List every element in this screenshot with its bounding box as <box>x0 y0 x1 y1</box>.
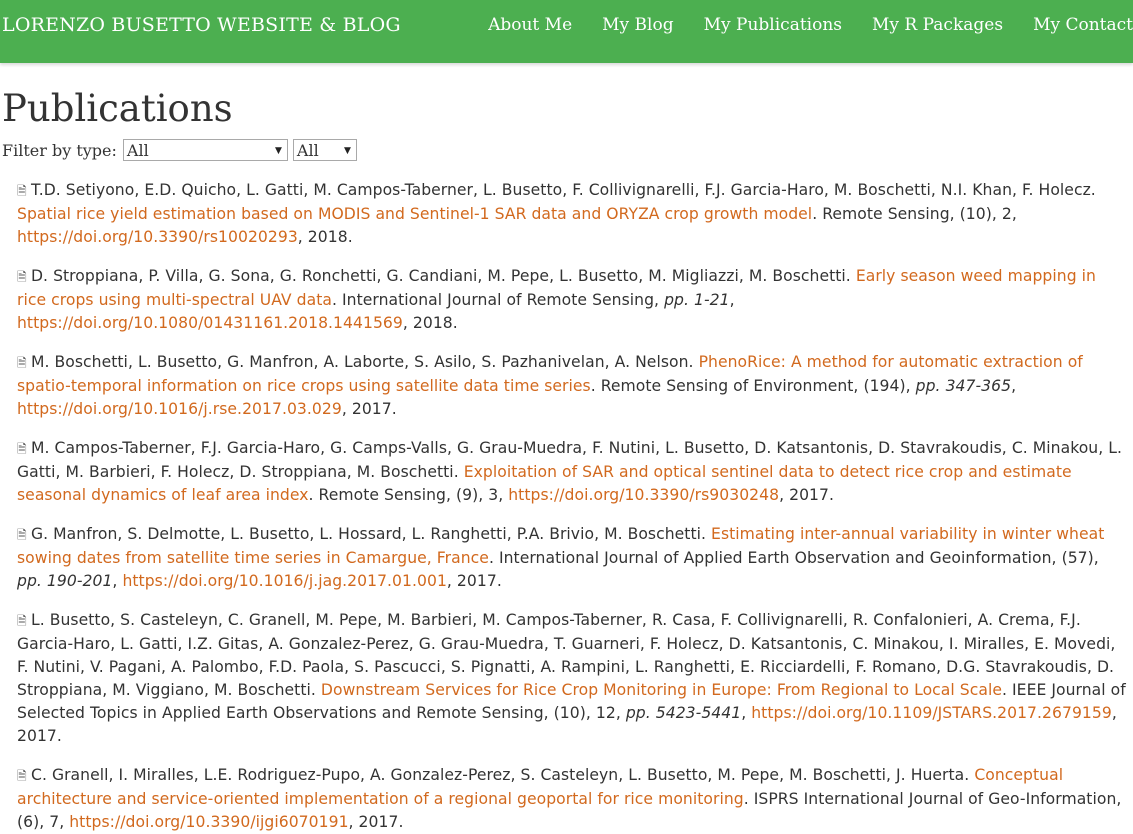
pub-journal: Remote Sensing, (9), 3, <box>318 486 504 504</box>
publication-item: 🗎 G. Manfron, S. Delmotte, L. Busetto, L.… <box>17 525 1105 590</box>
pub-authors: G. Manfron, S. Delmotte, L. Busetto, L. … <box>31 525 707 543</box>
document-icon: 🗎 <box>17 528 27 542</box>
top-navbar: LORENZO BUSETTO WEBSITE & BLOG About Me … <box>0 0 1133 63</box>
nav-my-contact[interactable]: My Contact <box>1033 15 1133 35</box>
site-brand[interactable]: LORENZO BUSETTO WEBSITE & BLOG <box>2 14 401 36</box>
pub-year: , 2018. <box>297 228 353 246</box>
pub-pages: pp. 5423-5441 <box>625 704 742 722</box>
publication-item: 🗎 M. Boschetti, L. Busetto, G. Manfron, A… <box>17 353 1083 418</box>
publication-item: 🗎 D. Stroppiana, P. Villa, G. Sona, G. Ro… <box>17 267 1096 332</box>
pub-authors: D. Stroppiana, P. Villa, G. Sona, G. Ron… <box>31 267 851 285</box>
type-filter-select[interactable]: All ▼ <box>122 139 288 161</box>
pub-authors: C. Granell, I. Miralles, L.E. Rodriguez-… <box>31 766 970 784</box>
year-filter-value: All <box>296 141 319 160</box>
pub-doi-link[interactable]: https://doi.org/10.1109/JSTARS.2017.2679… <box>751 704 1112 722</box>
pub-doi-link[interactable]: https://doi.org/10.3390/ijgi6070191 <box>69 813 348 831</box>
main-content: Publications Filter by type: All ▼ All ▼… <box>0 63 1133 834</box>
pub-year: , 2017. <box>348 813 404 831</box>
pub-year: , 2017. <box>341 400 397 418</box>
pub-doi-link[interactable]: https://doi.org/10.3390/rs9030248 <box>508 486 779 504</box>
publication-item: 🗎 M. Campos-Taberner, F.J. Garcia-Haro, G… <box>17 439 1123 504</box>
publication-item: 🗎 L. Busetto, S. Casteleyn, C. Granell, M… <box>17 611 1126 745</box>
nav-about-me[interactable]: About Me <box>488 15 572 35</box>
filter-bar: Filter by type: All ▼ All ▼ <box>2 138 1133 162</box>
nav-my-publications[interactable]: My Publications <box>704 15 842 35</box>
pub-journal: Remote Sensing, (10), 2, <box>822 205 1017 223</box>
pub-journal: International Journal of Remote Sensing, <box>342 291 660 309</box>
pub-doi-link[interactable]: https://doi.org/10.1016/j.jag.2017.01.00… <box>122 572 446 590</box>
document-icon: 🗎 <box>17 769 27 783</box>
pub-year: , 2017. <box>779 486 834 504</box>
publication-item: 🗎 C. Granell, I. Miralles, L.E. Rodriguez… <box>17 766 1122 831</box>
pub-pages: pp. 347-365 <box>915 377 1012 395</box>
pub-doi-link[interactable]: https://doi.org/10.1016/j.rse.2017.03.02… <box>17 400 342 418</box>
nav-my-r-packages[interactable]: My R Packages <box>872 15 1003 35</box>
filter-label: Filter by type: <box>2 140 117 160</box>
year-filter-select[interactable]: All ▼ <box>292 139 357 161</box>
document-icon: 🗎 <box>17 614 27 628</box>
pub-pages: pp. 1-21 <box>664 291 730 309</box>
main-nav: About Me My Blog My Publications My R Pa… <box>488 0 1133 63</box>
pub-doi-link[interactable]: https://doi.org/10.3390/rs10020293 <box>17 228 298 246</box>
pub-authors: M. Boschetti, L. Busetto, G. Manfron, A.… <box>31 353 694 371</box>
dropdown-arrow-icon: ▼ <box>274 146 282 156</box>
pub-title-link[interactable]: Spatial rice yield estimation based on M… <box>17 205 812 223</box>
document-icon: 🗎 <box>17 356 27 370</box>
document-icon: 🗎 <box>17 442 27 456</box>
nav-my-blog[interactable]: My Blog <box>602 15 673 35</box>
document-icon: 🗎 <box>17 270 27 284</box>
pub-year: , 2017. <box>446 572 502 590</box>
page-title: Publications <box>2 87 233 130</box>
pub-journal: International Journal of Applied Earth O… <box>498 549 1099 567</box>
pub-doi-link[interactable]: https://doi.org/10.1080/01431161.2018.14… <box>17 314 403 332</box>
dropdown-arrow-icon: ▼ <box>343 146 351 156</box>
pub-year: , 2018. <box>402 314 458 332</box>
publication-list: 🗎 T.D. Setiyono, E.D. Quicho, L. Gatti, M… <box>2 179 1133 834</box>
pub-title-link[interactable]: Downstream Services for Rice Crop Monito… <box>321 681 1002 699</box>
document-icon: 🗎 <box>17 184 27 198</box>
pub-authors: T.D. Setiyono, E.D. Quicho, L. Gatti, M.… <box>31 181 1096 199</box>
pub-journal: Remote Sensing of Environment, (194), <box>600 377 911 395</box>
pub-pages: pp. 190-201 <box>17 572 113 590</box>
type-filter-value: All <box>126 141 149 160</box>
publication-item: 🗎 T.D. Setiyono, E.D. Quicho, L. Gatti, M… <box>17 181 1096 246</box>
